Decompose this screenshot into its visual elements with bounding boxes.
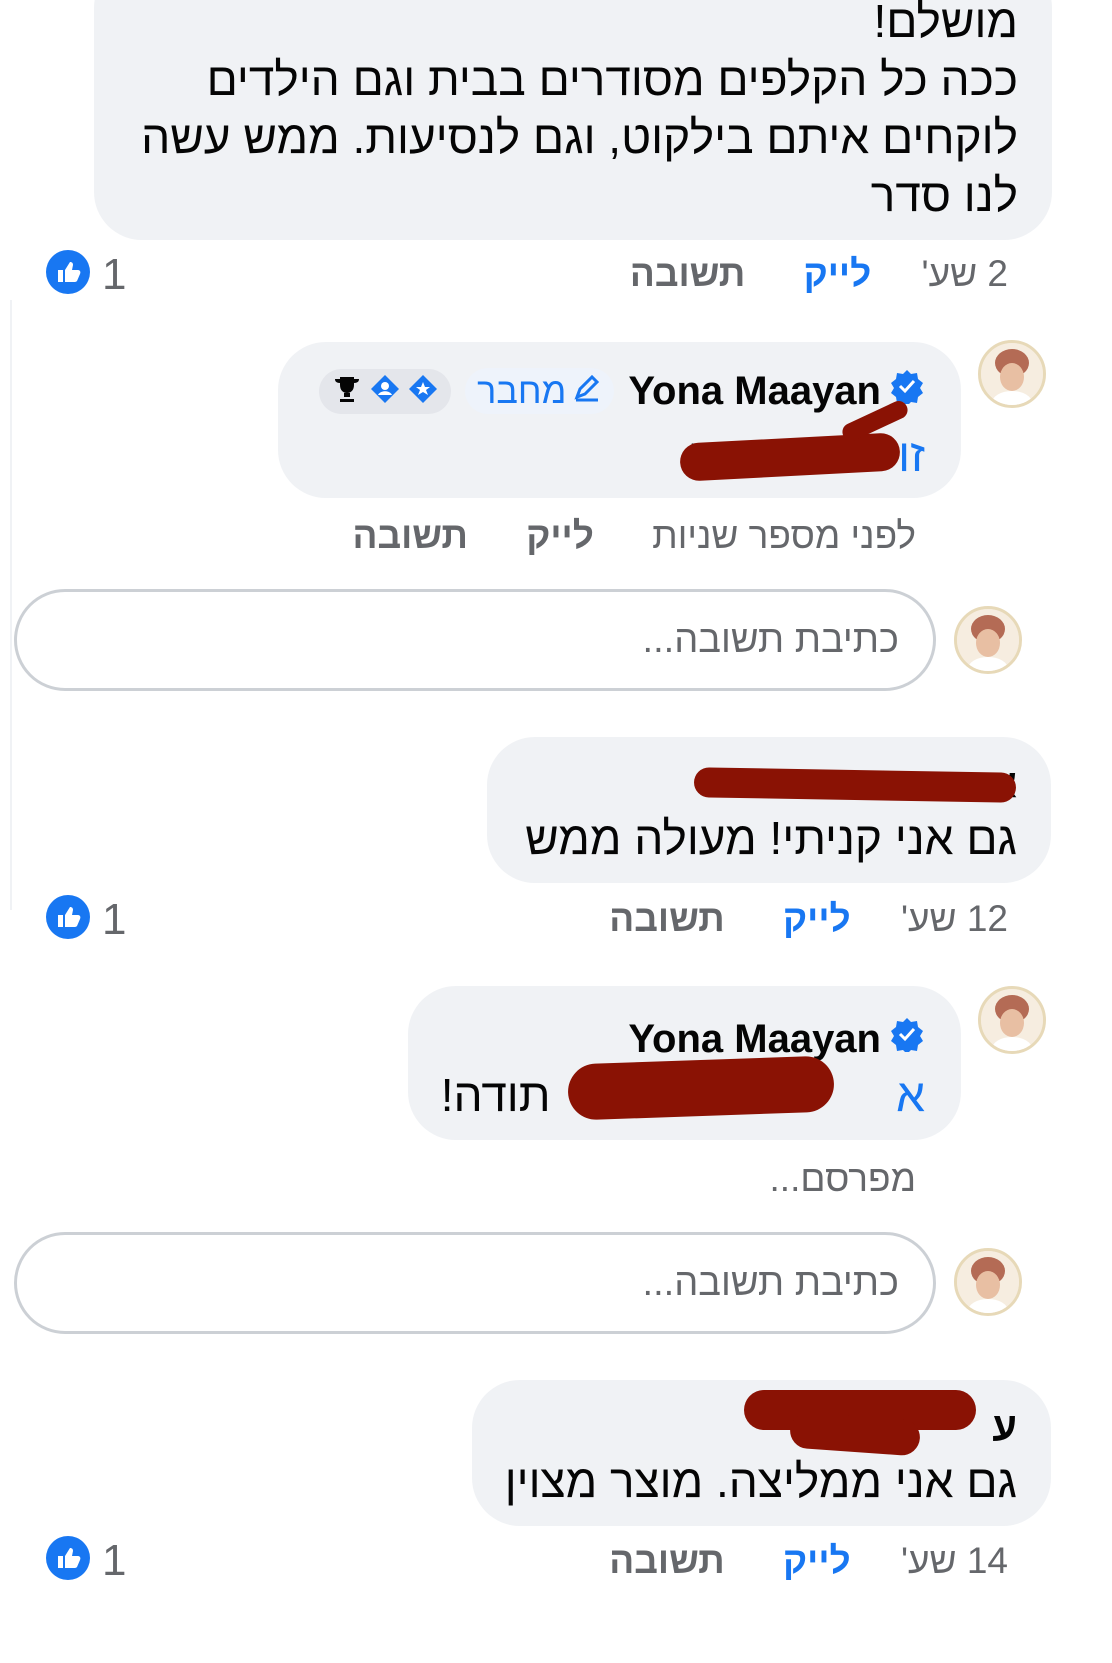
comment-text: גם אני ממליצה. מוצר מצוין [504,1455,1017,1507]
reply-status: מפרסם... [769,1158,916,1199]
trophy-icon [331,373,363,410]
reply-button[interactable]: תשובה [352,515,467,557]
badge-icons [319,368,452,414]
diamond-person-icon [369,373,401,410]
reaction-count: 1 [102,249,127,299]
reply-button[interactable]: תשובה [630,253,745,295]
avatar[interactable] [978,986,1046,1054]
thread-line [10,300,12,910]
comment-actions: 2 שע' לייק תשובה [630,253,1008,295]
mention-link[interactable]: א [896,1069,925,1121]
reaction-count: 1 [102,1535,127,1585]
comment-actions: 12 שע' לייק תשובה [609,898,1008,940]
avatar[interactable] [978,340,1046,408]
comment-text-line: מושלם! [873,0,1018,47]
comment-text-line: לנו סדר [870,169,1018,221]
avatar[interactable] [954,606,1022,674]
pencil-icon [572,370,602,412]
comment-time[interactable]: 2 שע' [922,253,1008,295]
reply-button[interactable]: תשובה [609,898,724,940]
reaction-count: 1 [102,894,127,944]
reply-input[interactable]: כתיבת תשובה... [14,1232,936,1334]
comment-text-line: לוקחים איתם בילקוט, וגם לנסיעות. ממש עשה [141,111,1018,163]
like-button[interactable]: לייק [804,253,872,295]
reaction-summary[interactable]: 1 [44,1534,126,1587]
diamond-star-icon [407,373,439,410]
like-reaction-icon [44,1534,92,1587]
comment-bubble: מושלם! ככה כל הקלפים מסודרים בבית וגם הי… [94,0,1052,240]
like-reaction-icon [44,893,92,946]
reply-button[interactable]: תשובה [609,1540,724,1582]
author-name[interactable]: Yona Maayan [628,1016,925,1062]
like-button[interactable]: לייק [783,898,851,940]
reply-time[interactable]: לפני מספר שניות [652,515,916,557]
reaction-summary[interactable]: 1 [44,248,126,301]
verified-badge-icon [889,1016,925,1062]
comment-time[interactable]: 14 שע' [901,1540,1008,1582]
comment-bubble: א גם אני קניתי! מעולה ממש [487,737,1051,883]
author-badge: מחבר [465,368,615,414]
like-button[interactable]: לייק [526,515,594,557]
comment-text-line: ככה כל הקלפים מסודרים בבית וגם הילדים [206,53,1018,105]
comment-time[interactable]: 12 שע' [901,898,1008,940]
reply-actions: לפני מספר שניות לייק תשובה [352,515,916,557]
reply-input[interactable]: כתיבת תשובה... [14,589,936,691]
avatar[interactable] [954,1248,1022,1316]
redaction-mark [567,1055,835,1121]
mention-link[interactable]: זו [898,429,925,481]
like-reaction-icon [44,248,92,301]
like-button[interactable]: לייק [783,1540,851,1582]
redaction-mark [693,767,1017,803]
comment-text: גם אני קניתי! מעולה ממש [525,812,1017,864]
comment-actions: 14 שע' לייק תשובה [609,1540,1008,1582]
reaction-summary[interactable]: 1 [44,893,126,946]
